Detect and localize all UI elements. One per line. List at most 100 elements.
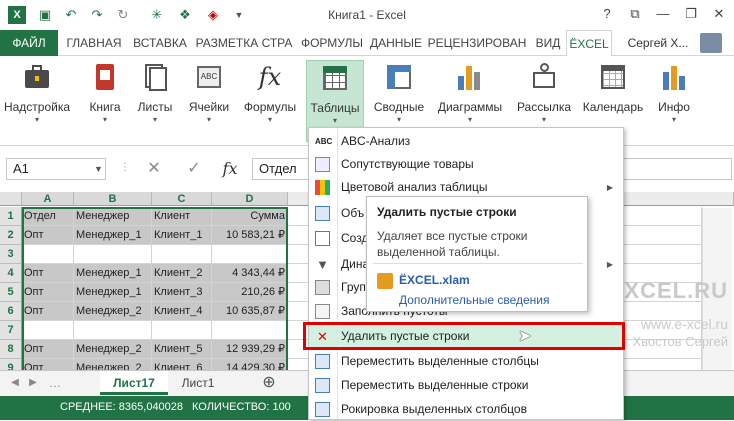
table-cell[interactable]: Опт [22,264,74,283]
user-name[interactable]: Сергей Х... [620,30,696,56]
table-cell[interactable]: Клиент_4 [152,302,212,321]
table-cell[interactable]: 210,26 ₽ [212,283,288,302]
table-cell[interactable] [22,321,74,340]
tab-excel-addin[interactable]: ЁXCEL [566,30,612,57]
tooltip-more-info-link[interactable]: Дополнительные сведения [399,293,549,307]
column-header-d[interactable]: D [212,192,288,206]
table-cell[interactable]: Менеджер_2 [74,302,152,321]
fill-icon [315,304,330,319]
table-cell[interactable]: Клиент [152,207,212,226]
table-cell[interactable]: Менеджер_1 [74,283,152,302]
table-cell[interactable] [74,245,152,264]
menu-item-related-goods[interactable]: Сопутствующие товары [309,153,623,176]
table-cell[interactable]: Менеджер_1 [74,264,152,283]
status-average: СРЕДНЕЕ: 8365,040028 [60,401,184,413]
tab-data[interactable]: ДАННЫЕ [368,30,424,56]
table-cell[interactable]: Клиент_1 [152,226,212,245]
select-all-corner[interactable] [0,192,22,206]
table-cell[interactable] [212,321,288,340]
workbook-button[interactable]: Книга ▾ [80,60,130,142]
row-header[interactable]: 7 [0,321,22,340]
dropdown-arrow-icon: ▾ [396,115,401,124]
table-cell[interactable] [22,245,74,264]
close-button[interactable]: ✕ [708,4,730,24]
table-cell[interactable]: 12 939,29 ₽ [212,340,288,359]
row-header[interactable]: 8 [0,340,22,359]
table-cell[interactable]: Менеджер_1 [74,226,152,245]
menu-item-move-rows[interactable]: Переместить выделенные строки [309,374,623,397]
tab-review[interactable]: РЕЦЕНЗИРОВАН [424,30,530,56]
column-header-c[interactable]: C [152,192,212,206]
menu-item-abc-analysis[interactable]: ABC ABC-Анализ [309,130,623,153]
ribbon-display-button[interactable]: ⧉ [624,4,646,24]
table-cell[interactable]: Опт [22,283,74,302]
dropdown-arrow-icon: ▾ [102,115,107,124]
table-cell[interactable]: Менеджер [74,207,152,226]
table-cell[interactable]: Клиент_2 [152,264,212,283]
confirm-entry-button[interactable]: ✓ [182,158,206,180]
row-header[interactable]: 1 [0,207,22,226]
table-cell[interactable]: Опт [22,226,74,245]
name-box-dropdown-icon[interactable]: ▼ [94,164,103,174]
table-cell[interactable]: Менеджер_2 [74,340,152,359]
row-header[interactable]: 5 [0,283,22,302]
tab-view[interactable]: ВИД [530,30,566,56]
mail-icon [529,62,559,92]
maximize-button[interactable]: ❐ [680,4,702,24]
tooltip-description-line1: Удаляет все пустые строки [377,229,528,243]
row-header[interactable]: 4 [0,264,22,283]
move-columns-icon [315,354,330,369]
highlight-box [303,322,625,350]
prev-sheet-icon[interactable]: ◀ [8,371,22,395]
column-header-b[interactable]: B [74,192,152,206]
ribbon-tabs: ФАЙЛ ГЛАВНАЯ ВСТАВКА РАЗМЕТКА СТРА ФОРМУ… [0,30,734,57]
help-button[interactable]: ? [596,4,618,24]
table-cell[interactable]: Опт [22,302,74,321]
add-sheet-button[interactable]: ⊕ [258,371,280,395]
table-cell[interactable]: 10 635,87 ₽ [212,302,288,321]
tab-insert[interactable]: ВСТАВКА [128,30,192,56]
table-cell[interactable]: 10 583,21 ₽ [212,226,288,245]
name-box[interactable]: A1 [6,158,106,180]
submenu-arrow-icon: ▶ [606,183,613,192]
submenu-arrow-icon: ▶ [606,260,613,269]
addins-button[interactable]: Надстройка ▾ [2,60,72,142]
column-header-a[interactable]: A [22,192,74,206]
menu-icon-divider [337,128,338,419]
tab-home[interactable]: ГЛАВНАЯ [60,30,128,56]
tab-file[interactable]: ФАЙЛ [0,30,58,56]
group-icon [315,280,330,295]
table-cell[interactable]: Клиент_5 [152,340,212,359]
sheet-tab[interactable]: Лист1 [172,371,224,395]
create-icon [315,231,330,246]
title-bar: X ▣ ↶ ↷ ↻ ✳ ❖ ◈ ▼ Книга1 - Excel ? ⧉ — ❐… [0,0,734,30]
table-cell[interactable]: 4 343,44 ₽ [212,264,288,283]
table-cell[interactable]: Отдел [22,207,74,226]
info-button[interactable]: Инфо ▾ [652,60,696,142]
next-sheet-icon[interactable]: ▶ [26,371,40,395]
row-header[interactable]: 3 [0,245,22,264]
table-cell[interactable]: Сумма [212,207,288,226]
more-sheets-icon[interactable]: … [48,371,62,395]
cancel-entry-button[interactable]: ✕ [142,158,166,180]
row-header[interactable]: 6 [0,302,22,321]
avatar[interactable] [700,33,722,53]
cells-button[interactable]: ABC Ячейки ▾ [184,60,234,142]
table-cell[interactable] [74,321,152,340]
formulas-button[interactable]: fx Формулы ▾ [238,60,302,142]
row-header[interactable]: 2 [0,226,22,245]
table-cell[interactable]: Опт [22,340,74,359]
menu-item-move-columns[interactable]: Переместить выделенные столбцы [309,350,623,373]
tab-page-layout[interactable]: РАЗМЕТКА СТРА [192,30,296,56]
insert-function-button[interactable]: fx [218,158,242,180]
minimize-button[interactable]: — [652,4,674,24]
menu-item-swap-columns[interactable]: Рокировка выделенных столбцов [309,398,623,421]
table-cell[interactable] [212,245,288,264]
table-cell[interactable]: Клиент_3 [152,283,212,302]
table-cell[interactable] [152,245,212,264]
table-cell[interactable] [152,321,212,340]
sheet-tab-active[interactable]: Лист17 [100,371,168,395]
sheets-button[interactable]: Листы ▾ [134,60,176,142]
tab-formulas[interactable]: ФОРМУЛЫ [296,30,368,56]
status-count: КОЛИЧЕСТВО: 100 [192,401,291,413]
